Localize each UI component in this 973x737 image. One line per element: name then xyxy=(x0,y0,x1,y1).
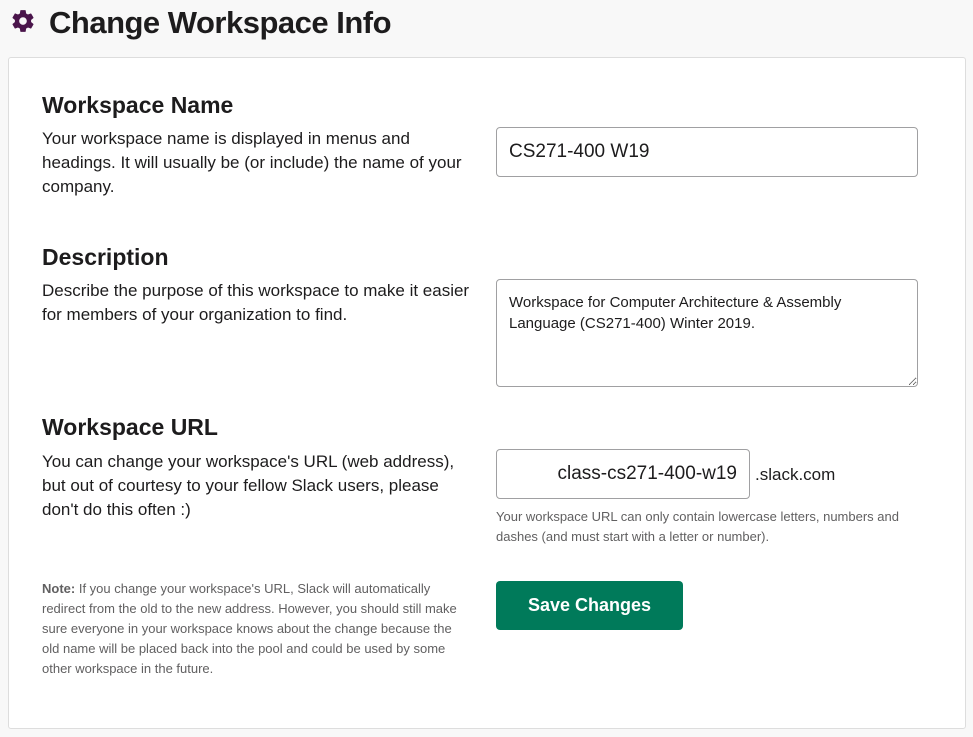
description-textarea[interactable]: Workspace for Computer Architecture & As… xyxy=(496,279,918,387)
description-heading: Description xyxy=(42,244,169,270)
workspace-name-description: Your workspace name is displayed in menu… xyxy=(42,129,462,196)
note-label: Note: xyxy=(42,581,76,596)
page-header: Change Workspace Info xyxy=(0,0,973,52)
url-change-note: Note: If you change your workspace's URL… xyxy=(42,579,472,679)
save-changes-button[interactable]: Save Changes xyxy=(496,581,683,630)
url-suffix: .slack.com xyxy=(755,465,836,484)
gear-icon xyxy=(12,10,34,32)
workspace-url-input[interactable] xyxy=(496,449,750,499)
settings-card: Workspace Name Your workspace name is di… xyxy=(8,57,966,729)
workspace-url-description: You can change your workspace's URL (web… xyxy=(42,452,455,519)
note-text: If you change your workspace's URL, Slac… xyxy=(42,581,457,676)
workspace-name-input[interactable] xyxy=(496,127,918,177)
page-title: Change Workspace Info xyxy=(49,5,392,40)
url-hint: Your workspace URL can only contain lowe… xyxy=(496,509,899,544)
workspace-url-heading: Workspace URL xyxy=(42,414,218,440)
description-help-text: Describe the purpose of this workspace t… xyxy=(42,281,470,324)
workspace-name-heading: Workspace Name xyxy=(42,92,234,118)
